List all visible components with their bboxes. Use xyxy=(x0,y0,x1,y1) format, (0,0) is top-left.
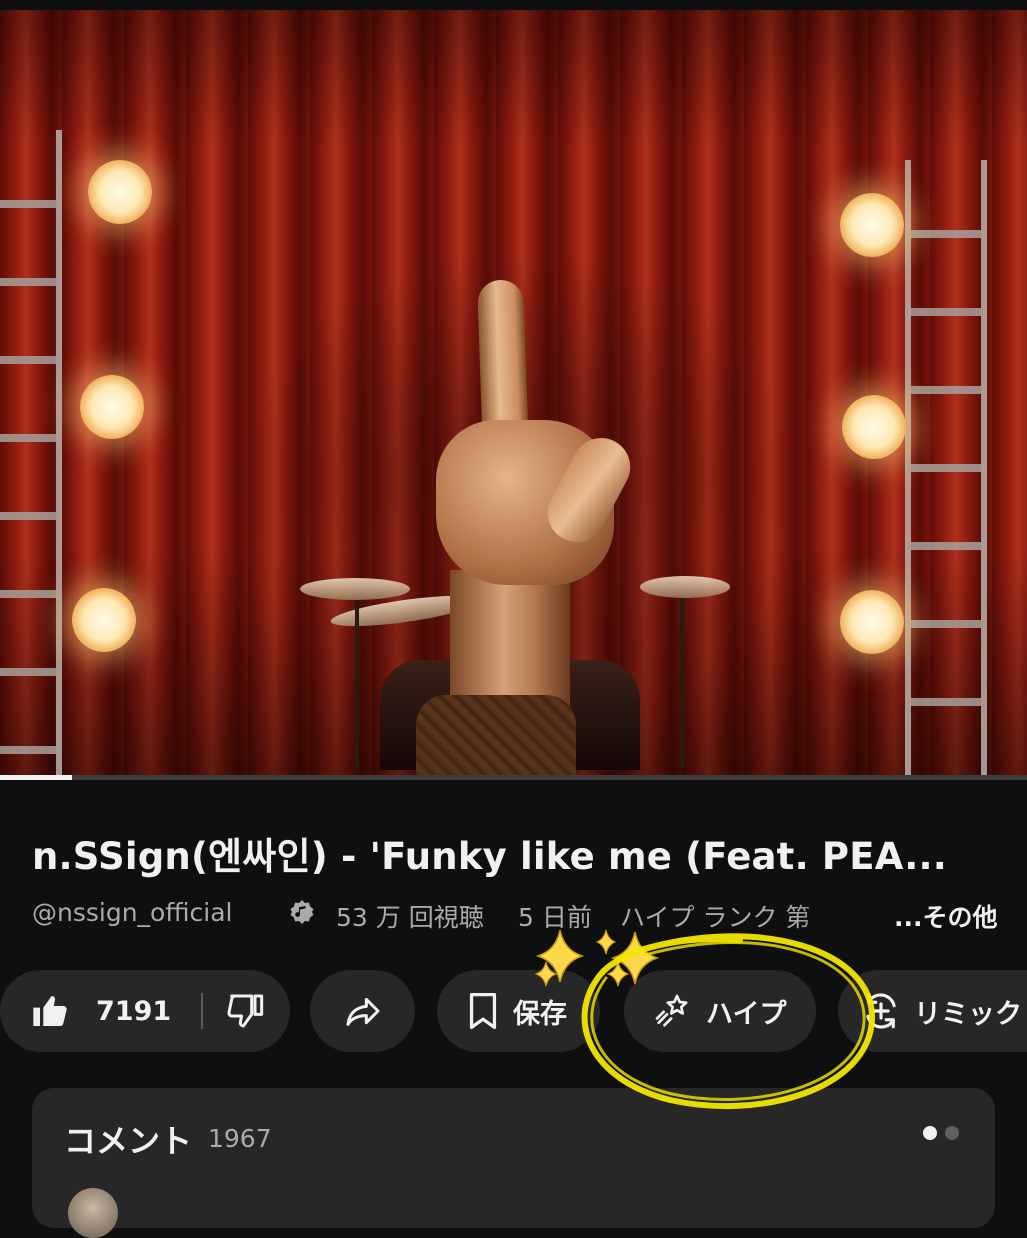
video-player[interactable] xyxy=(0,10,1027,775)
pager-dot xyxy=(923,1126,937,1140)
like-dislike-group: 7191 xyxy=(0,970,290,1052)
thumbs-up-filled-icon[interactable] xyxy=(30,991,70,1031)
video-meta-row[interactable]: @nssign_official 53 万 回視聴 5 日前 ハイプ ランク 第… xyxy=(32,896,998,936)
share-button[interactable] xyxy=(310,970,415,1052)
bookmark-icon xyxy=(465,991,501,1031)
more-link[interactable]: ...その他 xyxy=(894,898,998,934)
stage-truss-left xyxy=(0,130,62,775)
remix-button[interactable]: リミック xyxy=(838,970,1027,1052)
stage-light xyxy=(88,160,152,224)
stage-light xyxy=(72,588,136,652)
thumbs-down-icon[interactable] xyxy=(225,991,265,1031)
stage-light xyxy=(80,375,144,439)
video-progress-fill xyxy=(0,775,72,780)
stage-light xyxy=(840,193,904,257)
remix-label: リミック xyxy=(914,998,1022,1030)
upload-age: 5 日前 xyxy=(518,903,592,932)
video-progress-bar[interactable] xyxy=(0,775,1027,780)
hype-rank-text: ハイプ ランク 第 xyxy=(620,903,811,932)
avatar[interactable] xyxy=(68,1188,118,1238)
pager-dot xyxy=(945,1126,959,1140)
hype-star-icon xyxy=(652,991,692,1031)
remix-icon xyxy=(860,990,902,1032)
music-note-verified-icon xyxy=(290,900,314,924)
comments-pager xyxy=(923,1126,959,1140)
comments-card[interactable]: コメント 1967 xyxy=(32,1088,995,1238)
like-count[interactable]: 7191 xyxy=(96,996,171,1027)
comments-heading: コメント xyxy=(64,1122,193,1160)
like-divider xyxy=(201,993,204,1029)
share-arrow-icon xyxy=(343,991,383,1031)
stage-truss-right xyxy=(905,160,987,775)
view-count: 53 万 回視聴 xyxy=(336,903,484,932)
save-label: 保存 xyxy=(513,998,567,1030)
stage-light xyxy=(842,395,906,459)
stage-light xyxy=(840,590,904,654)
hype-label: ハイプ xyxy=(706,998,787,1030)
save-button[interactable]: 保存 xyxy=(437,970,600,1052)
channel-handle[interactable]: @nssign_official xyxy=(32,898,232,927)
raised-hand xyxy=(410,279,641,775)
video-title[interactable]: n.SSign(엔싸인) - 'Funky like me (Feat. PEA… xyxy=(32,826,1002,880)
comments-count: 1967 xyxy=(208,1124,272,1153)
hype-button[interactable]: ハイプ xyxy=(624,970,816,1052)
